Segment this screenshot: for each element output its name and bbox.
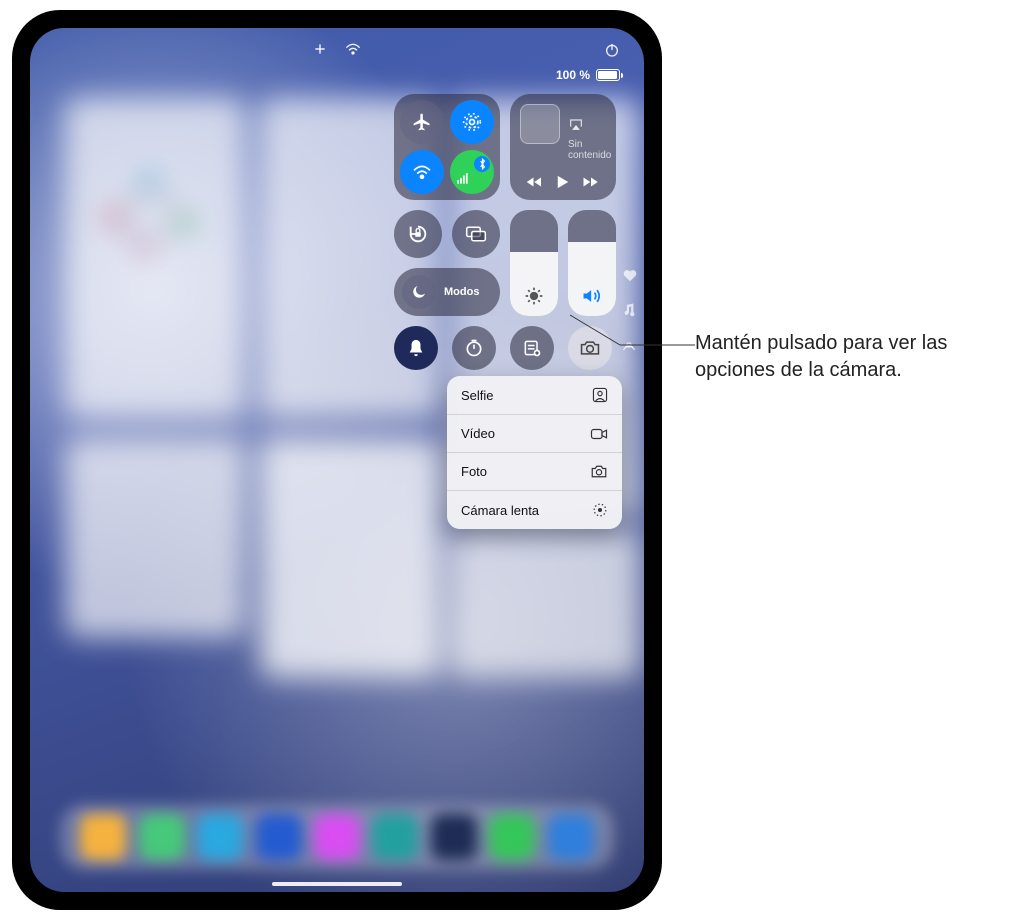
- menu-label: Selfie: [461, 388, 494, 403]
- volume-slider[interactable]: [568, 210, 616, 316]
- ipad-frame: 100 %: [12, 10, 662, 910]
- menu-item-video[interactable]: Vídeo: [447, 415, 622, 453]
- media-play-icon[interactable]: [556, 174, 570, 190]
- focus-mode-button[interactable]: Modos: [394, 268, 500, 316]
- battery-status: 100 %: [556, 68, 620, 82]
- person-square-icon: [592, 387, 608, 403]
- callout-leader-line: [560, 305, 700, 355]
- status-center: [313, 42, 361, 56]
- camera-icon: [590, 464, 608, 479]
- menu-item-slowmo[interactable]: Cámara lenta: [447, 491, 622, 529]
- silent-mode-toggle[interactable]: [394, 326, 438, 370]
- ipad-screen: 100 %: [30, 28, 644, 892]
- battery-percent: 100 %: [556, 68, 590, 82]
- menu-item-selfie[interactable]: Selfie: [447, 376, 622, 415]
- wifi-toggle[interactable]: [400, 150, 444, 194]
- cellular-bluetooth-toggle[interactable]: [450, 150, 494, 194]
- media-artwork-placeholder: [520, 104, 560, 144]
- heart-icon[interactable]: [622, 268, 638, 282]
- media-forward-icon[interactable]: [582, 175, 600, 189]
- dock[interactable]: [60, 804, 614, 870]
- power-icon[interactable]: [604, 42, 620, 58]
- camera-options-menu: Selfie Vídeo Foto Cámara lenta: [447, 376, 622, 529]
- slowmo-icon: [592, 502, 608, 518]
- volume-icon: [581, 286, 603, 306]
- battery-icon: [596, 69, 620, 81]
- menu-label: Cámara lenta: [461, 503, 539, 518]
- wifi-status-icon: [345, 42, 361, 56]
- airplane-mode-toggle[interactable]: [400, 100, 444, 144]
- quick-note-button[interactable]: [510, 326, 554, 370]
- media-rewind-icon[interactable]: [526, 175, 544, 189]
- orientation-lock-toggle[interactable]: [394, 210, 442, 258]
- airdrop-toggle[interactable]: [450, 100, 494, 144]
- callout-text: Mantén pulsado para ver las opciones de …: [695, 330, 995, 384]
- connectivity-group[interactable]: [394, 94, 500, 200]
- add-widget-icon[interactable]: [313, 42, 327, 56]
- video-icon: [590, 427, 608, 441]
- media-no-content-label: Sin contenido: [568, 139, 606, 161]
- airplay-icon[interactable]: [568, 117, 584, 131]
- brightness-slider[interactable]: [510, 210, 558, 316]
- media-controls-tile[interactable]: Sin contenido: [510, 94, 616, 200]
- menu-label: Foto: [461, 464, 487, 479]
- menu-item-photo[interactable]: Foto: [447, 453, 622, 491]
- moon-icon: [402, 275, 436, 309]
- screen-mirroring-button[interactable]: [452, 210, 500, 258]
- home-indicator[interactable]: [272, 882, 402, 886]
- timer-button[interactable]: [452, 326, 496, 370]
- menu-label: Vídeo: [461, 426, 495, 441]
- brightness-icon: [524, 286, 544, 306]
- focus-label: Modos: [444, 286, 479, 298]
